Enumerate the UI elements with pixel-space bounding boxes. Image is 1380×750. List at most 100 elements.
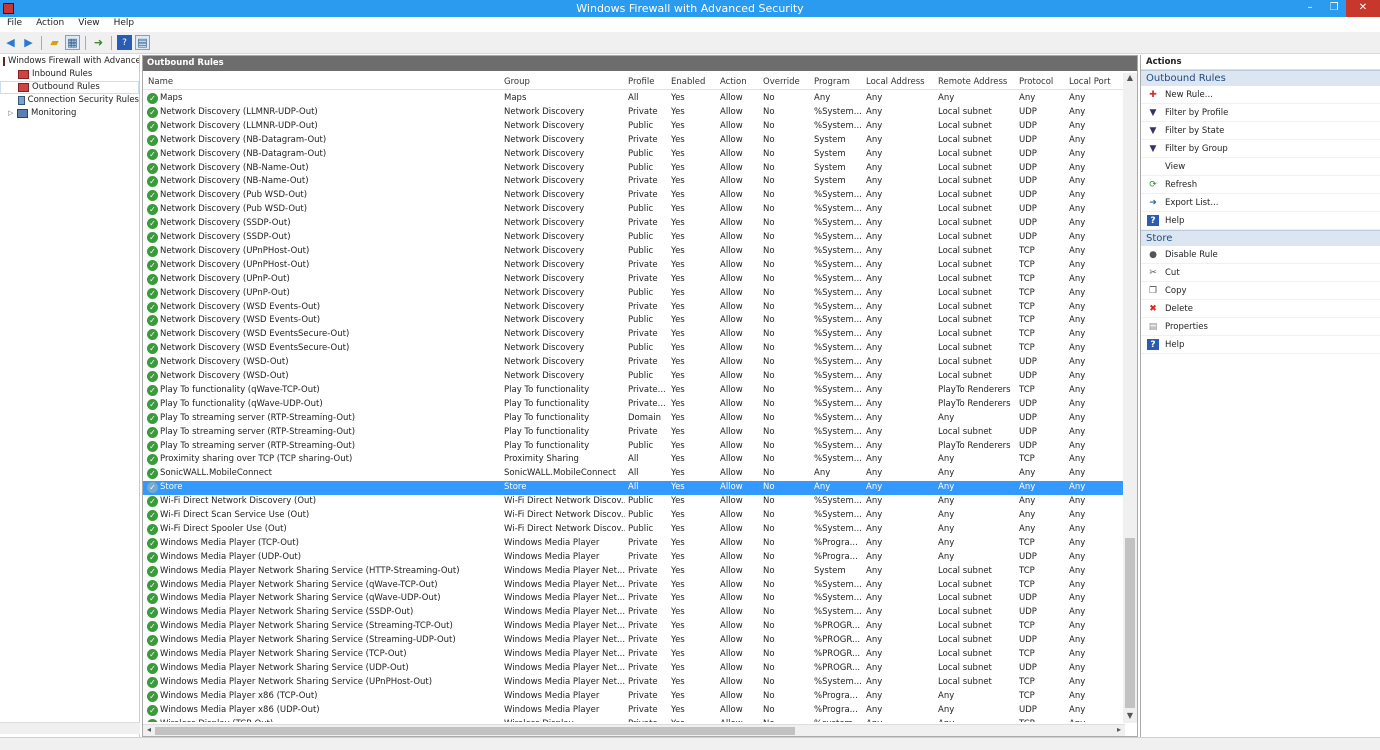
actions-section-header[interactable]: Store [1141,230,1380,246]
expand-arrow-icon[interactable]: ▷ [8,107,17,120]
horizontal-scrollbar[interactable]: ◂ ▸ [143,724,1125,736]
table-row[interactable]: ✓Wireless Display (TCP-Out)Wireless Disp… [143,718,1123,722]
tree-item-monitoring[interactable]: ▷ Monitoring [0,107,139,120]
forward-arrow-icon[interactable]: ▶ [21,35,36,50]
action-pane-icon[interactable]: ▤ [135,35,150,50]
action-properties[interactable]: ▤ Properties [1141,318,1380,336]
column-header-remote-address[interactable]: Remote Address [938,77,1007,87]
column-header-enabled[interactable]: Enabled [671,77,705,87]
tree-item-outbound-rules[interactable]: Outbound Rules [0,81,139,94]
column-header-name[interactable]: Name [148,77,173,87]
action-delete[interactable]: ✖ Delete [1141,300,1380,318]
table-row[interactable]: ✓ Network Discovery (WSD EventsSecure-Out… [143,342,1123,356]
menu-file[interactable]: File [0,17,29,32]
table-row[interactable]: ✓ Play To functionality (qWave-UDP-Out) Pl… [143,398,1123,412]
table-row[interactable]: ✓ Network Discovery (WSD Events-Out) Netwo… [143,314,1123,328]
action-new-rule[interactable]: ✚ New Rule... [1141,86,1380,104]
action-refresh[interactable]: ⟳ Refresh [1141,176,1380,194]
table-row[interactable]: ✓ Network Discovery (NB-Datagram-Out) Netw… [143,134,1123,148]
action-filter-by-state[interactable]: ▼ Filter by State [1141,122,1380,140]
table-row[interactable]: ✓ Windows Media Player Network Sharing Se… [143,606,1123,620]
export-icon[interactable]: ➜ [91,35,106,50]
table-row[interactable]: ✓ Network Discovery (SSDP-Out) Network Dis… [143,231,1123,245]
action-cut[interactable]: ✂ Cut [1141,264,1380,282]
menu-help[interactable]: Help [107,17,142,32]
column-header-local-address[interactable]: Local Address [866,77,925,87]
table-row[interactable]: ✓ Network Discovery (WSD Events-Out) Netwo… [143,301,1123,315]
column-header-program[interactable]: Program [814,77,850,87]
table-row[interactable]: ✓ Network Discovery (UPnPHost-Out) Network… [143,259,1123,273]
table-row[interactable]: ✓ Play To streaming server (RTP-Streaming… [143,440,1123,454]
action-help[interactable]: ? Help [1141,336,1380,354]
column-header-profile[interactable]: Profile [628,77,654,87]
tree-horizontal-scrollbar[interactable] [0,722,140,734]
action-copy[interactable]: ❐ Copy [1141,282,1380,300]
table-row[interactable]: ✓ Network Discovery (NB-Datagram-Out) Netw… [143,148,1123,162]
table-row[interactable]: ✓ Play To functionality (qWave-TCP-Out) Pl… [143,384,1123,398]
table-row[interactable]: ✓ Windows Media Player Network Sharing Se… [143,662,1123,676]
action-filter-by-group[interactable]: ▼ Filter by Group [1141,140,1380,158]
action-export-list[interactable]: ➜ Export List... [1141,194,1380,212]
tree-item-connection-security-rules[interactable]: Connection Security Rules [0,94,139,107]
table-row[interactable]: ✓ Windows Media Player Network Sharing Se… [143,592,1123,606]
tree-item-root[interactable]: Windows Firewall with Advance [0,55,139,68]
action-help[interactable]: ? Help [1141,212,1380,230]
table-row[interactable]: ✓ Windows Media Player Network Sharing Se… [143,579,1123,593]
table-row[interactable]: ✓ Wi-Fi Direct Network Discovery (Out) Wi-… [143,495,1123,509]
close-button[interactable]: ✕ [1346,0,1380,17]
vertical-scrollbar[interactable]: ▲ ▼ [1123,73,1137,723]
table-row[interactable]: ✓ Network Discovery (Pub WSD-Out) Network … [143,189,1123,203]
back-arrow-icon[interactable]: ◀ [3,35,18,50]
up-folder-icon[interactable]: ▰ [47,35,62,50]
table-row[interactable]: ✓ Windows Media Player x86 (TCP-Out) Windo… [143,690,1123,704]
table-row[interactable]: ✓ Network Discovery (NB-Name-Out) Network … [143,162,1123,176]
table-row[interactable]: ✓ Windows Media Player x86 (UDP-Out) Windo… [143,704,1123,718]
scroll-down-icon[interactable]: ▼ [1123,711,1137,723]
table-row[interactable]: ✓ Network Discovery (LLMNR-UDP-Out) Networ… [143,120,1123,134]
table-row[interactable]: ✓ Windows Media Player (UDP-Out) Windows M… [143,551,1123,565]
table-row[interactable]: ✓ Network Discovery (WSD EventsSecure-Out… [143,328,1123,342]
table-row[interactable]: ✓ Play To streaming server (RTP-Streaming… [143,426,1123,440]
scroll-up-icon[interactable]: ▲ [1123,73,1137,85]
table-row[interactable]: ✓ Windows Media Player Network Sharing Se… [143,634,1123,648]
table-row[interactable]: ✓ Play To streaming server (RTP-Streaming… [143,412,1123,426]
table-row[interactable]: ✓ Windows Media Player Network Sharing Se… [143,676,1123,690]
table-row[interactable]: ✓ Store Store All Yes Allow No Any Any Any Any Any [143,481,1123,496]
table-row[interactable]: ✓ Wi-Fi Direct Spooler Use (Out) Wi-Fi Dir… [143,523,1123,537]
table-row[interactable]: ✓ Wi-Fi Direct Scan Service Use (Out) Wi-F… [143,509,1123,523]
table-row[interactable]: ✓ Maps Maps All Yes Allow No Any Any Any Any Any [143,92,1123,106]
show-hide-tree-icon[interactable]: ▦ [65,35,80,50]
scroll-right-icon[interactable]: ▸ [1113,725,1125,737]
column-header-group[interactable]: Group [504,77,530,87]
scroll-thumb[interactable] [1125,538,1135,708]
menu-view[interactable]: View [71,17,106,32]
table-row[interactable]: ✓ Network Discovery (LLMNR-UDP-Out) Networ… [143,106,1123,120]
table-row[interactable]: ✓ Network Discovery (WSD-Out) Network Disc… [143,370,1123,384]
column-header-override[interactable]: Override [763,77,800,87]
table-row[interactable]: ✓ Windows Media Player Network Sharing Se… [143,620,1123,634]
table-row[interactable]: ✓ SonicWALL.MobileConnect SonicWALL.Mobile… [143,467,1123,481]
table-row[interactable]: ✓ Windows Media Player (TCP-Out) Windows M… [143,537,1123,551]
tree-item-inbound-rules[interactable]: Inbound Rules [0,68,139,81]
action-disable-rule[interactable]: ● Disable Rule [1141,246,1380,264]
table-row[interactable]: ✓ Network Discovery (WSD-Out) Network Disc… [143,356,1123,370]
table-row[interactable]: ✓ Network Discovery (NB-Name-Out) Network … [143,175,1123,189]
action-view[interactable]: View [1141,158,1380,176]
table-row[interactable]: ✓ Network Discovery (UPnP-Out) Network Dis… [143,287,1123,301]
table-row[interactable]: ✓ Network Discovery (UPnP-Out) Network Dis… [143,273,1123,287]
table-row[interactable]: ✓ Network Discovery (Pub WSD-Out) Network … [143,203,1123,217]
table-row[interactable]: ✓ Windows Media Player Network Sharing Se… [143,565,1123,579]
column-header-local-port[interactable]: Local Port [1069,77,1111,87]
scroll-left-icon[interactable]: ◂ [143,725,155,737]
minimize-button[interactable]: – [1298,0,1322,17]
table-row[interactable]: ✓ Network Discovery (SSDP-Out) Network Dis… [143,217,1123,231]
action-filter-by-profile[interactable]: ▼ Filter by Profile [1141,104,1380,122]
table-row[interactable]: ✓ Network Discovery (UPnPHost-Out) Network… [143,245,1123,259]
scroll-thumb[interactable] [155,727,795,735]
menu-action[interactable]: Action [29,17,71,32]
table-row[interactable]: ✓ Windows Media Player Network Sharing Se… [143,648,1123,662]
actions-section-header[interactable]: Outbound Rules [1141,70,1380,86]
help-icon[interactable]: ? [117,35,132,50]
maximize-button[interactable]: ❐ [1322,0,1346,17]
column-header-action[interactable]: Action [720,77,747,87]
